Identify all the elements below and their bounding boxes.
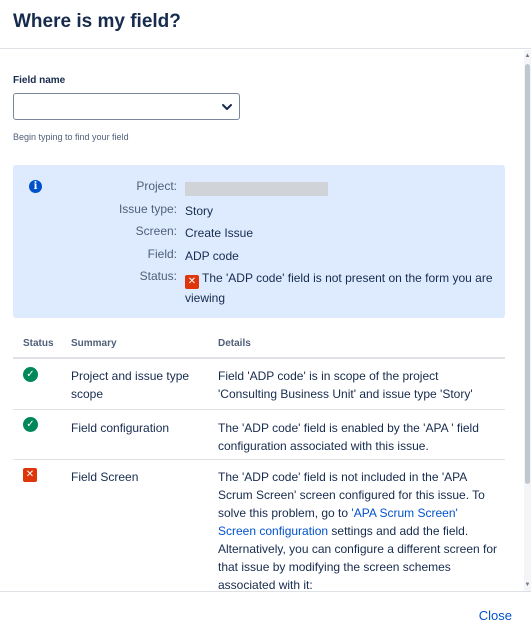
dialog-title: Where is my field? [13,11,181,32]
check-circle-icon: ✓ [23,367,38,382]
header-summary: Summary [71,338,117,349]
field-value: ADP code [185,249,239,263]
details-cell: The 'ADP code' field is not included in … [218,468,498,591]
status-cell: ✕ [23,468,37,482]
chevron-down-icon [222,104,232,110]
screen-value: Create Issue [185,226,254,240]
status-label: Status: [139,269,177,283]
dialog-body[interactable]: Field name Begin typing to find your fie… [0,50,524,591]
status-cell: ✓ [23,417,38,432]
project-value [185,179,495,197]
where-is-my-field-dialog: Where is my field? Field name Begin typi… [0,0,531,628]
summary-cell: Field configuration [71,421,170,435]
error-icon: ✕ [23,468,37,482]
table-row: ✓ Project and issue type scope Field 'AD… [13,360,505,410]
error-icon: ✕ [185,275,199,289]
project-label: Project: [136,179,177,193]
header-status: Status [23,338,54,349]
dialog-header: Where is my field? [0,0,531,49]
issue-type-label: Issue type: [118,202,177,216]
close-button[interactable]: Close [479,608,512,623]
info-panel: i Project: Issue type: Story Screen: Cre… [13,165,505,318]
details-cell: The 'ADP code' field is enabled by the '… [218,421,479,453]
status-text: The 'ADP code' field is not present on t… [185,271,493,305]
field-name-label: Field name [13,75,66,86]
check-circle-icon: ✓ [23,417,38,432]
vertical-scrollbar[interactable]: ▲ ▼ [524,50,531,591]
table-row: ✓ Field configuration The 'ADP code' fie… [13,410,505,460]
issue-type-value: Story [185,204,214,218]
dialog-footer: Close [0,591,531,628]
redacted-project [185,181,328,196]
field-name-select[interactable] [13,93,240,120]
field-label: Field: [147,247,177,261]
summary-cell: Project and issue type scope [71,369,190,401]
status-value: ✕ The 'ADP code' field is not present on … [185,269,495,307]
scroll-up-arrow-icon[interactable]: ▲ [524,52,531,60]
summary-cell: Field Screen [71,470,139,484]
details-cell: Field 'ADP code' is in scope of the proj… [218,369,473,401]
table-row: ✕ Field Screen The 'ADP code' field is n… [13,460,505,591]
scrollbar-thumb[interactable] [525,64,530,484]
table-header: Status Summary Details [13,330,505,359]
scroll-down-arrow-icon[interactable]: ▼ [524,581,531,589]
info-icon: i [29,180,42,193]
field-name-helper: Begin typing to find your field [13,132,129,142]
screen-label: Screen: [135,224,177,238]
status-cell: ✓ [23,367,38,382]
header-details: Details [218,338,251,349]
